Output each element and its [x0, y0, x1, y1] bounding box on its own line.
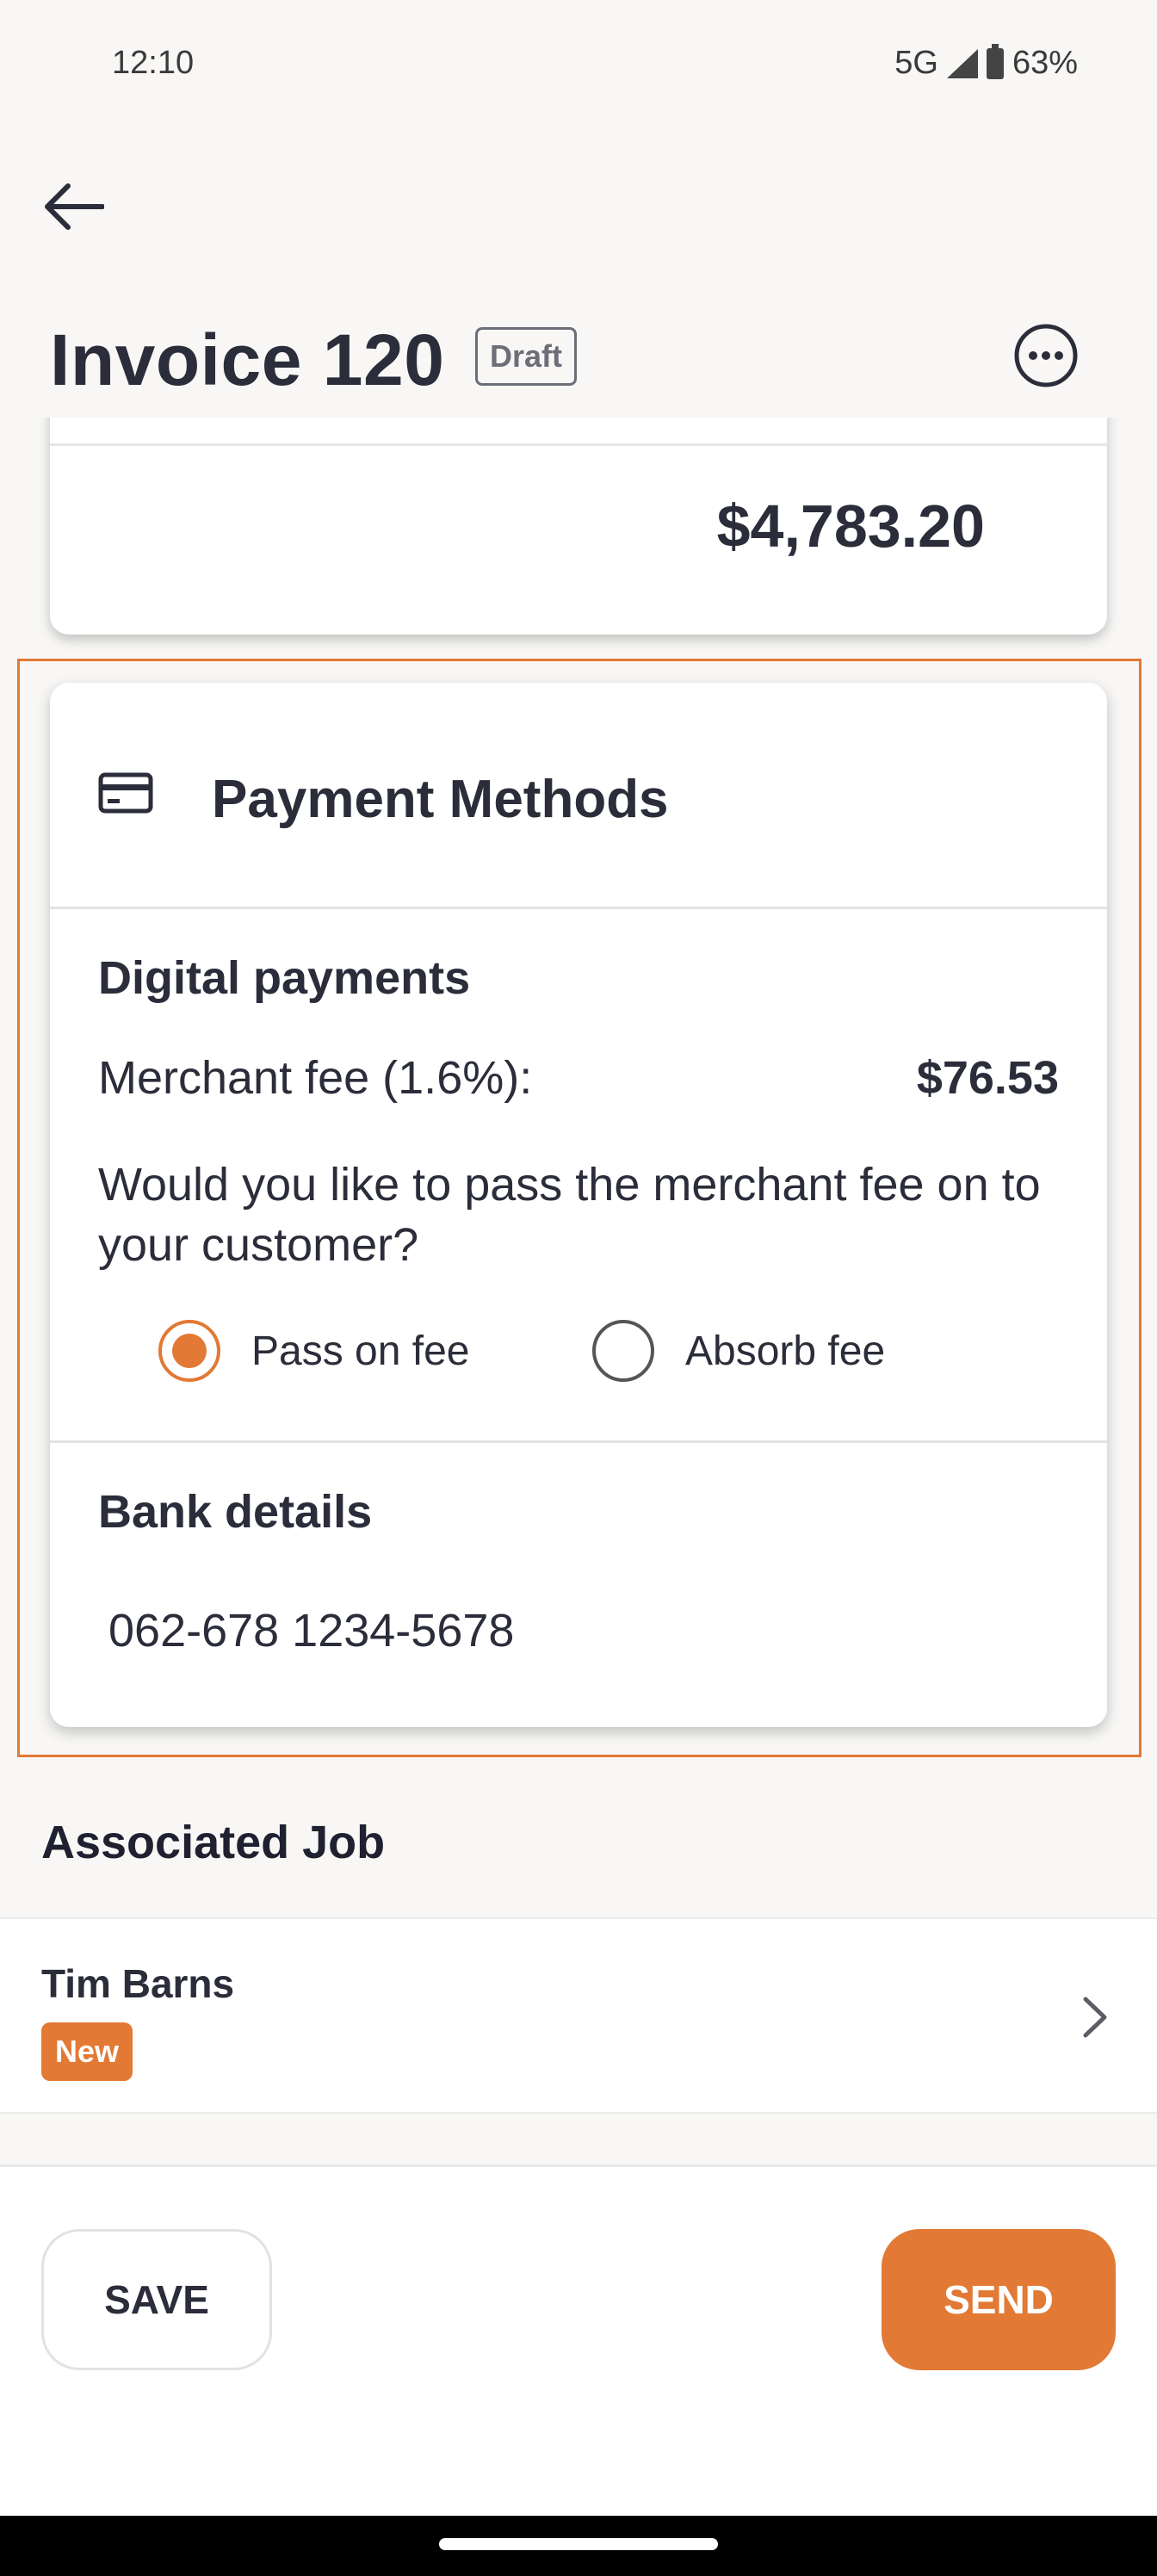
digital-payments-heading: Digital payments [98, 952, 471, 1004]
home-indicator[interactable] [439, 2538, 718, 2550]
battery-level: 63% [1012, 45, 1078, 81]
system-nav-bar [0, 2516, 1157, 2576]
bank-account-number: 062-678 1234-5678 [108, 1605, 515, 1656]
signal-icon [946, 48, 978, 78]
pass-on-fee-label: Pass on fee [251, 1328, 470, 1374]
invoice-content[interactable]: $4,783.20 Payment Methods Digital paymen… [0, 418, 1157, 2165]
absorb-fee-label: Absorb fee [685, 1328, 886, 1374]
arrow-left-icon [45, 183, 104, 230]
status-badge: New [41, 2022, 133, 2081]
payment-methods-card: Payment Methods Digital payments Merchan… [50, 683, 1107, 1727]
total-amount: $4,783.20 [716, 492, 985, 560]
status-bar: 12:10 5G 63% [0, 0, 1157, 129]
battery-icon [986, 43, 1004, 79]
bank-details-heading: Bank details [98, 1486, 373, 1538]
divider [50, 907, 1107, 909]
page-header: Invoice 120 Draft [0, 293, 1157, 418]
associated-job-row[interactable]: Tim Barns New [0, 1917, 1157, 2114]
absorb-fee-option[interactable]: Absorb fee [592, 1320, 885, 1382]
merchant-fee-label: Merchant fee (1.6%): [98, 1052, 533, 1104]
chevron-right-icon [1083, 1997, 1107, 2038]
status-time: 12:10 [112, 45, 195, 81]
fee-question: Would you like to pass the merchant fee … [98, 1159, 1041, 1271]
page-title: Invoice 120 [50, 319, 445, 400]
credit-card-icon [98, 772, 153, 814]
job-customer-name: Tim Barns [41, 1961, 235, 2006]
payment-methods-title: Payment Methods [212, 770, 669, 829]
action-bar: SAVE SEND [0, 2164, 1157, 2516]
divider [50, 443, 1107, 446]
draft-badge: Draft [475, 327, 578, 386]
radio-unselected-icon[interactable] [592, 1320, 654, 1382]
status-indicators: 5G 63% [894, 43, 1078, 82]
network-label: 5G [894, 45, 938, 81]
payment-methods-header: Payment Methods [50, 683, 1107, 907]
save-button[interactable]: SAVE [41, 2229, 272, 2370]
more-options-icon[interactable] [1012, 322, 1080, 389]
pass-on-fee-option[interactable]: Pass on fee [158, 1320, 470, 1382]
send-button[interactable]: SEND [882, 2229, 1116, 2370]
back-button[interactable] [34, 168, 112, 245]
total-card: $4,783.20 [50, 418, 1107, 635]
merchant-fee-value: $76.53 [916, 1052, 1059, 1104]
radio-selected-icon[interactable] [158, 1320, 220, 1382]
associated-job-heading: Associated Job [41, 1817, 386, 1868]
divider [50, 1440, 1107, 1443]
